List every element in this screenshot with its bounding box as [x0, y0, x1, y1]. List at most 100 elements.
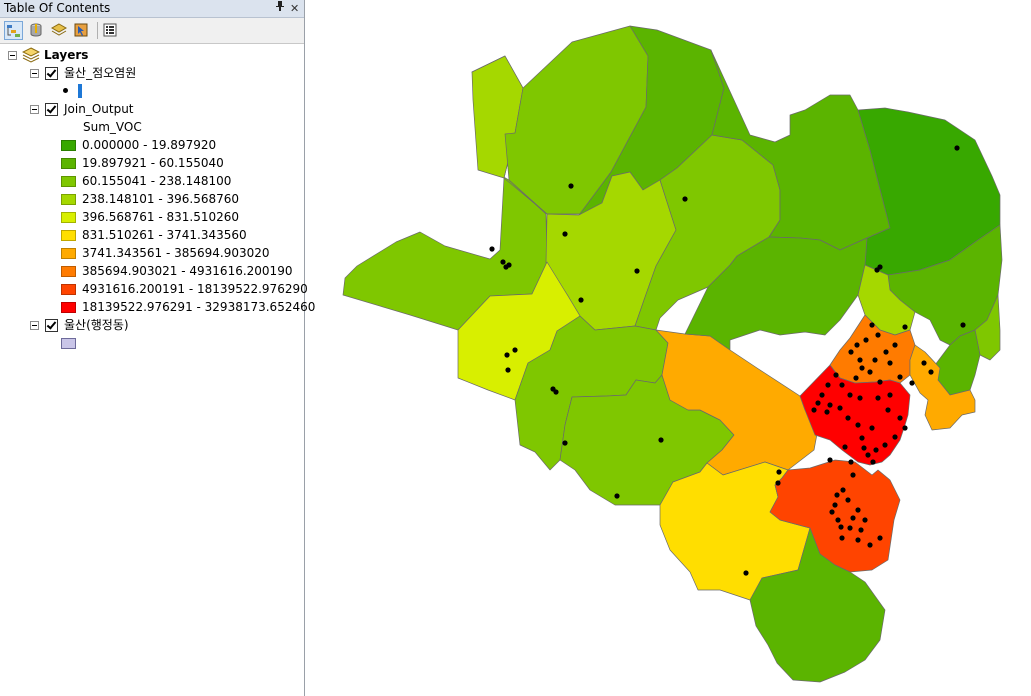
point-source-marker	[875, 332, 881, 338]
point-source-marker	[562, 231, 568, 237]
point-source-marker	[840, 487, 846, 493]
point-source-marker	[857, 395, 863, 401]
map-polygons	[342, 25, 1003, 683]
options-icon[interactable]	[101, 21, 120, 40]
point-source-marker	[862, 517, 868, 523]
point-source-marker	[897, 374, 903, 380]
class-color-swatch	[61, 194, 76, 205]
point-source-marker	[512, 347, 518, 353]
point-source-marker	[865, 452, 871, 458]
point-source-marker	[859, 435, 865, 441]
list-by-selection-icon[interactable]	[72, 21, 91, 40]
point-source-marker	[882, 442, 888, 448]
point-source-marker	[658, 437, 664, 443]
collapse-icon[interactable]	[8, 51, 17, 60]
point-source-marker	[954, 145, 960, 151]
point-source-marker	[848, 459, 854, 465]
list-by-drawing-order-icon[interactable]	[4, 21, 23, 40]
point-source-marker	[902, 324, 908, 330]
point-source-marker	[815, 400, 821, 406]
point-source-marker	[892, 434, 898, 440]
point-source-marker	[877, 379, 883, 385]
class-color-swatch	[61, 140, 76, 151]
point-source-marker	[892, 342, 898, 348]
close-icon[interactable]: ✕	[290, 0, 299, 17]
collapse-icon[interactable]	[30, 321, 39, 330]
class-color-swatch	[61, 284, 76, 295]
collapse-icon[interactable]	[30, 105, 39, 114]
layer-visibility-checkbox[interactable]	[45, 67, 58, 80]
point-source-marker	[489, 246, 495, 252]
point-source-marker	[877, 535, 883, 541]
point-source-marker	[873, 447, 879, 453]
collapse-icon[interactable]	[30, 69, 39, 78]
list-by-visibility-icon[interactable]	[50, 21, 69, 40]
point-source-marker	[503, 264, 509, 270]
point-source-marker	[861, 445, 867, 451]
point-source-marker	[500, 259, 506, 265]
point-source-marker	[887, 392, 893, 398]
point-source-marker	[855, 537, 861, 543]
point-source-marker	[921, 360, 927, 366]
legend-point-symbol	[0, 82, 300, 100]
point-source-marker	[832, 502, 838, 508]
layer-visibility-checkbox[interactable]	[45, 103, 58, 116]
point-source-marker	[845, 497, 851, 503]
point-source-marker	[614, 493, 620, 499]
point-source-marker	[863, 337, 869, 343]
point-source-marker	[837, 405, 843, 411]
point-source-marker	[874, 267, 880, 273]
legend-class-item: 60.155041 - 238.148100	[0, 172, 300, 190]
class-color-swatch	[61, 212, 76, 223]
polygon-symbol-swatch	[61, 338, 76, 349]
layers-root-label: Layers	[44, 48, 89, 62]
point-source-marker	[847, 525, 853, 531]
class-range-label: 385694.903021 - 4931616.200190	[82, 264, 293, 278]
point-source-marker	[869, 425, 875, 431]
layer-name: 울산_점오염원	[64, 66, 137, 80]
class-range-label: 831.510261 - 3741.343560	[82, 228, 247, 242]
pin-icon[interactable]	[275, 0, 285, 17]
point-source-marker	[504, 352, 510, 358]
layer-admin-dong[interactable]: 울산(행정동)	[0, 316, 300, 334]
symbol-placeholder-icon	[78, 84, 82, 98]
point-source-marker	[847, 392, 853, 398]
legend-class-item: 0.000000 - 19.897920	[0, 136, 300, 154]
point-source-marker	[897, 415, 903, 421]
toc-title-bar: Table Of Contents ✕	[0, 0, 304, 18]
point-source-marker	[870, 459, 876, 465]
legend-class-item: 238.148101 - 396.568760	[0, 190, 300, 208]
point-source-marker	[872, 357, 878, 363]
legend-class-item: 3741.343561 - 385694.903020	[0, 244, 300, 262]
point-source-marker	[850, 472, 856, 478]
class-color-swatch	[61, 248, 76, 259]
point-source-marker	[855, 507, 861, 513]
point-source-marker	[853, 375, 859, 381]
point-source-marker	[553, 389, 559, 395]
layer-visibility-checkbox[interactable]	[45, 319, 58, 332]
point-source-marker	[858, 527, 864, 533]
class-color-swatch	[61, 176, 76, 187]
point-source-marker	[887, 360, 893, 366]
point-source-marker	[829, 509, 835, 515]
layer-point-sources[interactable]: 울산_점오염원	[0, 64, 300, 82]
point-source-marker	[825, 382, 831, 388]
point-source-marker	[859, 365, 865, 371]
layers-root[interactable]: Layers	[0, 46, 300, 64]
point-symbol-icon	[63, 88, 68, 93]
table-of-contents-panel: Table Of Contents ✕ Layers 울산_점오염원 Join_…	[0, 0, 315, 696]
point-source-marker	[855, 422, 861, 428]
legend-class-item: 831.510261 - 3741.343560	[0, 226, 300, 244]
point-source-marker	[909, 380, 915, 386]
toc-title: Table Of Contents	[4, 1, 111, 15]
class-color-swatch	[61, 158, 76, 169]
list-by-source-icon[interactable]	[27, 21, 46, 40]
toolbar-separator	[97, 22, 98, 39]
point-source-marker	[505, 367, 511, 373]
layer-name: Join_Output	[64, 102, 134, 116]
layer-join-output[interactable]: Join_Output	[0, 100, 300, 118]
map-canvas[interactable]	[310, 0, 1031, 696]
legend-class-item: 385694.903021 - 4931616.200190	[0, 262, 300, 280]
point-source-marker	[842, 444, 848, 450]
class-range-label: 4931616.200191 - 18139522.976290	[82, 282, 308, 296]
